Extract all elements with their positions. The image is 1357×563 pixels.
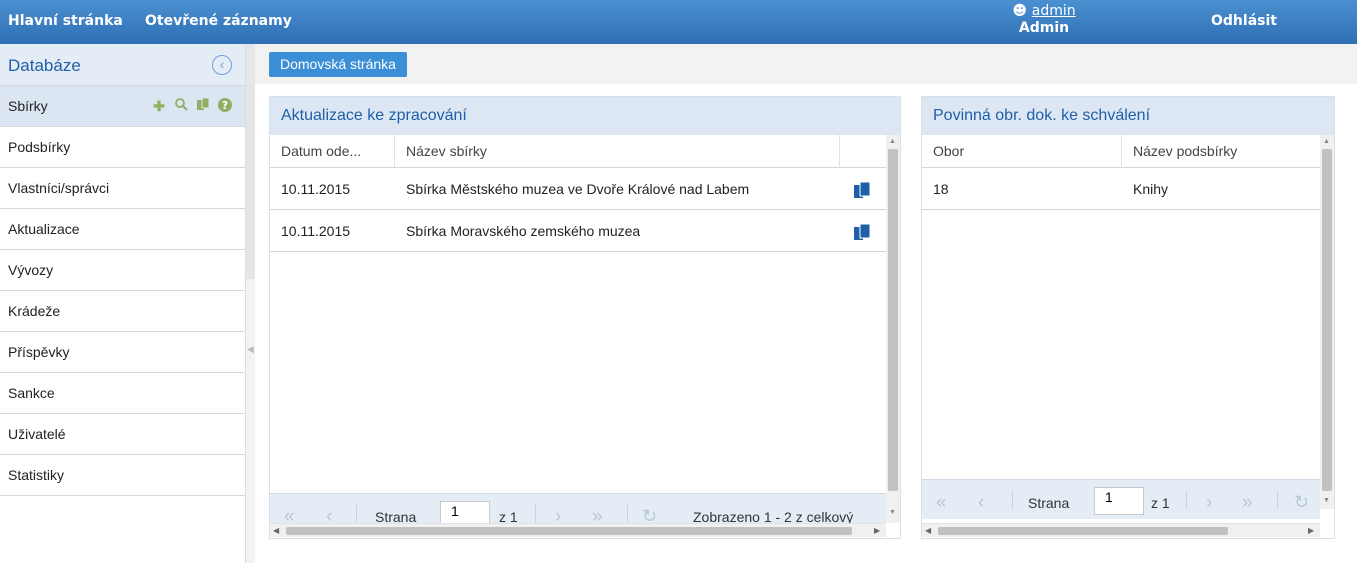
scroll-right-icon[interactable]: ▶: [874, 526, 880, 535]
updates-horizontal-scrollbar[interactable]: ◀ ▶: [270, 523, 886, 537]
page-input[interactable]: [1094, 487, 1144, 515]
updates-grid-header: Datum ode... Název sbírky: [270, 135, 886, 168]
copy-icon[interactable]: [194, 97, 212, 115]
approval-pager: « ‹ Strana z 1 › » ↻: [922, 479, 1320, 519]
scroll-thumb[interactable]: [938, 527, 1228, 535]
sidebar-item-label: Uživatelé: [8, 426, 66, 442]
pager-separator: [535, 505, 536, 523]
scroll-up-icon[interactable]: ▲: [889, 138, 896, 145]
updates-panel-title: Aktualizace ke zpracování: [270, 97, 900, 135]
scroll-thumb[interactable]: [286, 527, 852, 535]
next-page-icon[interactable]: ›: [1206, 492, 1212, 514]
sidebar-item-label: Statistiky: [8, 467, 65, 483]
sidebar: Databáze ‹ Sbírky ✚ ? Podsbírky Vlastníc…: [0, 44, 245, 563]
row-subcollection-name: Knihy: [1133, 181, 1169, 197]
sidebar-title: Databáze: [8, 56, 81, 75]
sidebar-item-prispevky[interactable]: Příspěvky: [0, 332, 245, 373]
open-records-link[interactable]: Otevřené záznamy: [145, 13, 292, 29]
sidebar-item-label: Sankce: [8, 385, 55, 401]
tab-strip: Domovská stránka: [255, 44, 1357, 84]
sidebar-item-label: Vlastníci/správci: [8, 180, 110, 196]
approval-horizontal-scrollbar[interactable]: ◀ ▶: [922, 523, 1320, 537]
logout-link[interactable]: Odhlásit: [1211, 13, 1277, 29]
sidebar-item-vlastnici[interactable]: Vlastníci/správci: [0, 168, 245, 209]
scroll-down-icon[interactable]: ▼: [1323, 497, 1330, 504]
sidebar-item-label: Příspěvky: [8, 344, 70, 360]
column-header-subcollection[interactable]: Název podsbírky: [1122, 135, 1320, 168]
pager-separator: [627, 505, 628, 523]
sidebar-item-statistiky[interactable]: Statistiky: [0, 455, 245, 496]
table-row[interactable]: 10.11.2015 Sbírka Městského muzea ve Dvo…: [270, 169, 886, 210]
sidebar-item-label: Podsbírky: [8, 139, 71, 155]
top-bar: Hlavní stránka Otevřené záznamy ☻ admin …: [0, 0, 1357, 44]
refresh-icon[interactable]: ↻: [1294, 492, 1309, 513]
scroll-left-icon[interactable]: ◀: [273, 526, 279, 535]
sidebar-item-label: Aktualizace: [8, 221, 80, 237]
sidebar-item-sbirky[interactable]: Sbírky ✚ ?: [0, 86, 245, 127]
splitter-arrow-icon[interactable]: ◀: [247, 344, 254, 355]
row-collection-name: Sbírka Moravského zemského muzea: [406, 223, 641, 239]
row-field: 18: [933, 181, 949, 197]
sidebar-splitter[interactable]: ◀: [245, 44, 256, 563]
sidebar-item-vyvozy[interactable]: Vývozy: [0, 250, 245, 291]
svg-text:?: ?: [222, 99, 228, 112]
pager-separator: [1186, 491, 1187, 509]
approval-panel-title: Povinná obr. dok. ke schválení: [922, 97, 1334, 135]
sidebar-item-label: Vývozy: [8, 262, 54, 278]
sidebar-header: Databáze ‹: [0, 44, 245, 86]
updates-panel: Aktualizace ke zpracování Datum ode... N…: [269, 96, 901, 539]
scroll-down-icon[interactable]: ▼: [889, 509, 896, 516]
sidebar-item-kradeze[interactable]: Krádeže: [0, 291, 245, 332]
plus-icon[interactable]: ✚: [150, 97, 168, 115]
prev-page-icon[interactable]: ‹: [978, 492, 984, 514]
pager-separator: [1277, 491, 1278, 509]
main-area: Domovská stránka Aktualizace ke zpracová…: [255, 44, 1357, 563]
home-link[interactable]: Hlavní stránka: [8, 13, 123, 29]
row-collection-name: Sbírka Městského muzea ve Dvoře Králové …: [406, 181, 750, 197]
sidebar-item-label: Krádeže: [8, 303, 61, 319]
sidebar-tools: ✚ ?: [150, 97, 234, 115]
scroll-right-icon[interactable]: ▶: [1308, 526, 1314, 535]
user-info: ☻ admin Admin: [1006, 3, 1082, 37]
row-date: 10.11.2015: [281, 181, 351, 197]
username-link[interactable]: admin: [1032, 3, 1076, 19]
scroll-thumb[interactable]: [1322, 149, 1332, 491]
row-date: 10.11.2015: [281, 223, 351, 239]
scroll-left-icon[interactable]: ◀: [925, 526, 931, 535]
sidebar-item-uzivatele[interactable]: Uživatelé: [0, 414, 245, 455]
table-row[interactable]: 10.11.2015 Sbírka Moravského zemského mu…: [270, 211, 886, 252]
help-icon[interactable]: ?: [216, 97, 234, 115]
tab-home[interactable]: Domovská stránka: [269, 52, 407, 77]
scroll-thumb[interactable]: [888, 149, 898, 491]
column-header-field[interactable]: Obor: [922, 135, 1122, 168]
approval-panel: Povinná obr. dok. ke schválení Obor Náze…: [921, 96, 1335, 539]
sidebar-item-podsbirky[interactable]: Podsbírky: [0, 127, 245, 168]
page-count: z 1: [1151, 495, 1170, 511]
updates-vertical-scrollbar[interactable]: ▲ ▼: [886, 135, 900, 523]
table-row[interactable]: 18 Knihy: [922, 169, 1320, 210]
sidebar-item-sankce[interactable]: Sankce: [0, 373, 245, 414]
page-label: Strana: [1028, 495, 1070, 511]
search-icon[interactable]: [172, 97, 190, 115]
last-page-icon[interactable]: »: [1242, 492, 1253, 514]
user-role: Admin: [1018, 20, 1070, 36]
scroll-up-icon[interactable]: ▲: [1323, 138, 1330, 145]
sidebar-item-label: Sbírky: [8, 98, 48, 114]
approval-vertical-scrollbar[interactable]: ▲ ▼: [1320, 135, 1334, 509]
first-page-icon[interactable]: «: [936, 492, 947, 514]
column-header-collection[interactable]: Název sbírky: [395, 135, 840, 168]
pager-separator: [1012, 491, 1013, 509]
collapse-sidebar-icon[interactable]: ‹: [212, 55, 232, 75]
sidebar-item-aktualizace[interactable]: Aktualizace: [0, 209, 245, 250]
approval-grid-header: Obor Název podsbírky: [922, 135, 1320, 168]
pager-separator: [356, 505, 357, 523]
user-icon: ☻: [1012, 3, 1027, 19]
document-icon[interactable]: [854, 224, 870, 240]
column-header-date[interactable]: Datum ode...: [270, 135, 395, 168]
document-icon[interactable]: [854, 182, 870, 198]
